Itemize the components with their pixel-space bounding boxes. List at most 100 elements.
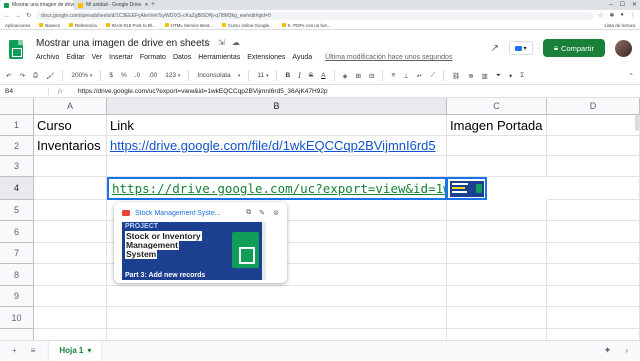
undo-icon[interactable]: ↶ [6,72,11,80]
extensions-icon[interactable]: ✱ [609,12,614,19]
text-wrap-icon[interactable]: ↵ [417,72,422,80]
column-header-d[interactable]: D [547,98,640,115]
insert-chart-icon[interactable]: ▥ [482,72,488,80]
menu-insertar[interactable]: Insertar [109,54,133,61]
row-header-5[interactable]: 5 [0,200,34,221]
insert-link-icon[interactable]: ⛓︎ [452,72,460,80]
cell-d5[interactable] [547,200,640,221]
cell-b3[interactable] [107,156,447,177]
cell-c5[interactable] [447,200,547,221]
cell-a2[interactable]: Inventarios [34,136,107,156]
cell-d3[interactable] [547,156,640,177]
avatar[interactable] [615,39,632,57]
cell-c6[interactable] [447,221,547,243]
menu-herramientas[interactable]: Herramientas [198,54,240,61]
row-header-4[interactable]: 4 [0,177,34,200]
copy-link-icon[interactable]: ⧉ [246,209,251,217]
browser-tab-drive[interactable]: Mi unidad - Google Drive ✕ [74,0,148,10]
maximize-icon[interactable]: ☐ [620,0,625,10]
currency-format-button[interactable]: $ [109,72,113,79]
row-header-6[interactable]: 6 [0,221,34,243]
reading-list[interactable]: Lista de lectura [604,23,635,28]
column-header-a[interactable]: A [34,98,107,115]
cell-d1[interactable] [547,115,640,136]
cell-c2[interactable] [447,136,547,156]
cell-d10[interactable] [547,307,640,329]
number-format-select[interactable]: 123 ▾ [165,72,180,79]
redo-icon[interactable]: ↷ [19,72,24,80]
cell-c7[interactable] [447,243,547,264]
cell-a3[interactable] [34,156,107,177]
browser-tab-sheets[interactable]: Mostrar una imagen de drive en ✕ [0,0,74,10]
cell-b2[interactable]: https://drive.google.com/file/d/1wkEQCCq… [107,136,447,156]
cell-c1[interactable]: Imagen Portada [447,115,547,136]
strikethrough-icon[interactable]: S [309,72,313,79]
bookmark-item[interactable]: Aplicaciones [5,23,30,28]
filter-views-icon[interactable]: ▾ [509,72,512,80]
cell-b1[interactable]: Link [107,115,447,136]
activity-dashboard-icon[interactable]: ↗ [491,43,499,54]
menu-formato[interactable]: Formato [140,54,166,61]
reload-icon[interactable]: ↻ [26,12,31,19]
cell-c4-image[interactable] [446,177,487,200]
zoom-select[interactable]: 200% ▾ [71,72,92,79]
menu-ver[interactable]: Ver [92,54,103,61]
remove-link-icon[interactable]: ⊘ [273,209,279,217]
forward-icon[interactable]: → [15,13,21,19]
cloud-status-icon[interactable]: ☁ [232,38,240,47]
menu-extensiones[interactable]: Extensiones [247,54,285,61]
cell-c3[interactable] [447,156,547,177]
cell-c10[interactable] [447,307,547,329]
cell-a8[interactable] [34,264,107,286]
select-all-corner[interactable] [0,98,34,115]
menu-datos[interactable]: Datos [173,54,191,61]
minimize-icon[interactable]: – [609,0,612,10]
percent-format-button[interactable]: % [121,72,127,79]
cell-a5[interactable] [34,200,107,221]
fill-color-icon[interactable]: ◈ [343,72,348,80]
new-tab-button[interactable]: + [148,0,158,10]
bookmark-item[interactable]: IDAS-018 Post to Bl... [105,23,156,28]
column-header-b[interactable]: B [107,98,447,115]
row-header-2[interactable]: 2 [0,136,34,156]
name-box[interactable]: B4 [0,88,48,95]
cell-a7[interactable] [34,243,107,264]
sheet-tab-hoja1[interactable]: Hoja 1 ▾ [49,340,102,361]
star-icon[interactable]: ☆ [598,12,603,19]
link-preview-image[interactable]: PROJECT Stock or Inventory Management Sy… [122,222,280,280]
menu-ayuda[interactable]: Ayuda [292,54,312,61]
cell-d6[interactable] [547,221,640,243]
menu-archivo[interactable]: Archivo [36,54,59,61]
row-header-8[interactable]: 8 [0,264,34,286]
row-header-9[interactable]: 9 [0,286,34,307]
increase-decimal-button[interactable]: .00 [148,72,157,79]
cell-c8[interactable] [447,264,547,286]
bold-icon[interactable]: B [285,72,290,79]
italic-icon[interactable]: I [298,71,301,80]
last-edit-link[interactable]: Última modificación hace unos segundos [325,54,452,61]
horizontal-align-icon[interactable]: ≡ [391,72,395,79]
paint-format-icon[interactable]: 🖌︎ [46,72,54,80]
browser-menu-icon[interactable]: ⋮ [630,12,636,19]
cell-d8[interactable] [547,264,640,286]
merge-cells-icon[interactable]: ⊟ [369,72,374,80]
cell-c9[interactable] [447,286,547,307]
font-size-select[interactable]: 11 ▾ [257,72,268,79]
close-window-icon[interactable]: ✕ [632,0,637,10]
move-folder-icon[interactable]: ⇲ [218,38,225,47]
font-select[interactable]: Inconsolata ▾ [197,72,240,79]
side-panel-toggle-icon[interactable]: › [625,346,628,355]
add-sheet-icon[interactable]: + [12,346,17,355]
cell-a9[interactable] [34,286,107,307]
document-title[interactable]: Mostrar una imagen de drive en sheets [36,38,209,49]
cell-editor-b4[interactable]: https://drive.google.com/uc?export=view&… [107,177,447,200]
menu-editar[interactable]: Editar [66,54,84,61]
row-header-7[interactable]: 7 [0,243,34,264]
cell-d9[interactable] [547,286,640,307]
bookmark-item[interactable]: Referencia [69,23,97,28]
insert-comment-icon[interactable]: ⊕ [468,72,473,80]
bookmark-item[interactable]: HTML Service Best... [164,23,213,28]
meet-button[interactable]: ▾ [509,41,533,55]
cell-a1[interactable]: Curso [34,115,107,136]
cell-a10[interactable] [34,307,107,329]
